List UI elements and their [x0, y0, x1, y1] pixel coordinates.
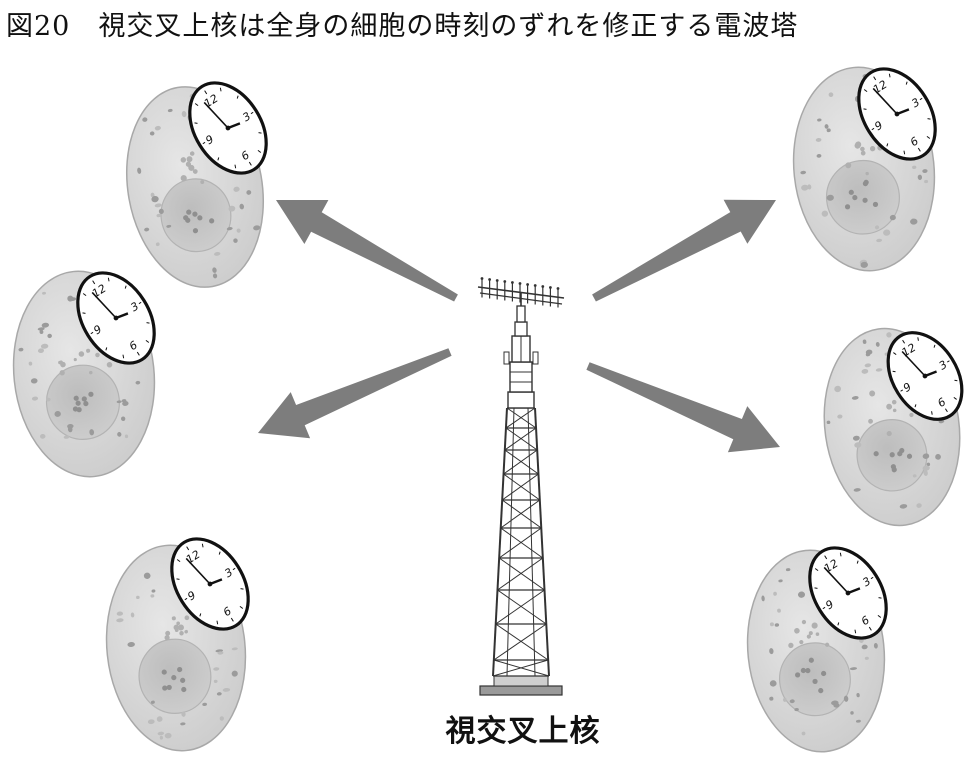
cell-5: 12369 [823, 327, 964, 527]
diagram: 123691236912369123691236912369 [12, 66, 964, 753]
cell-1: 12369 [125, 81, 268, 288]
tower-label: 視交叉上核 [445, 714, 601, 749]
cell-2: 12369 [12, 270, 156, 478]
cell-6: 12369 [746, 546, 888, 753]
radio-tower [477, 277, 565, 696]
tower-mast [503, 292, 539, 409]
cell-4: 12369 [792, 66, 937, 272]
cells-with-clocks: 123691236912369123691236912369 [12, 66, 964, 753]
arrow-lower-right [586, 362, 780, 453]
arrow-upper-left [276, 200, 458, 302]
tower-base [479, 685, 563, 696]
tower-footing [493, 675, 549, 687]
cell-3: 12369 [105, 537, 250, 752]
tower-lattice [492, 407, 550, 677]
arrow-lower-left [258, 348, 452, 439]
arrow-upper-right [592, 199, 776, 302]
